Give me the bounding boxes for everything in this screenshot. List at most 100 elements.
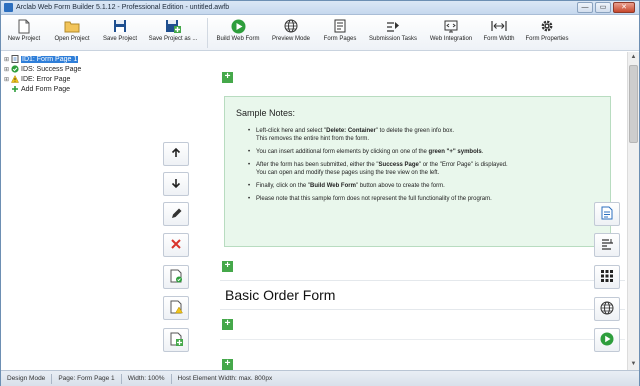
expand-toggle[interactable]: ⊞ — [4, 66, 11, 73]
preview-mode-label: Preview Mode — [271, 36, 310, 42]
form-width-label: Form Width — [483, 36, 515, 42]
grid-button[interactable] — [594, 265, 620, 289]
align-button[interactable] — [594, 233, 620, 257]
tree-item-add-form-page[interactable]: Add Form Page — [4, 84, 154, 94]
web-preview-button[interactable] — [594, 297, 620, 321]
insert-element-button[interactable]: + — [222, 359, 233, 370]
form-canvas: + Sample Notes: Left-click here and sele… — [211, 52, 627, 370]
tree-item-form-page-1[interactable]: ⊞ ID1: Form Page 1 — [4, 54, 154, 64]
new-document-icon — [16, 18, 32, 34]
tasks-icon — [385, 18, 401, 34]
success-icon — [11, 65, 19, 73]
new-project-label: New Project — [7, 36, 41, 42]
insert-element-button[interactable]: + — [222, 319, 233, 330]
save-project-label: Save Project — [102, 36, 138, 42]
vertical-scrollbar[interactable]: ▲ ▼ — [627, 52, 639, 370]
app-window: Arclab Web Form Builder 5.1.12 - Profess… — [0, 0, 640, 386]
page-tree: ⊞ ID1: Form Page 1 ⊞ IDS: Success Page ⊞… — [4, 54, 154, 94]
page-properties-button[interactable] — [594, 202, 620, 226]
status-mode: Design Mode — [1, 373, 53, 384]
form-pages-label: Form Pages — [323, 36, 357, 42]
save-icon — [112, 18, 128, 34]
app-icon — [4, 3, 13, 12]
align-icon — [601, 238, 614, 252]
status-page: Page: Form Page 1 — [52, 373, 122, 384]
save-project-button[interactable]: Save Project — [97, 15, 143, 49]
submission-tasks-button[interactable]: Submission Tasks — [362, 15, 424, 49]
folder-icon — [64, 18, 80, 34]
note-item: Finally, click on the "Build Web Form" b… — [236, 182, 610, 190]
sample-notes-box[interactable]: Sample Notes: Left-click here and select… — [224, 96, 611, 247]
notes-title: Sample Notes: — [236, 108, 296, 118]
open-project-button[interactable]: Open Project — [47, 15, 97, 49]
delete-icon — [170, 238, 182, 252]
page-icon — [11, 55, 19, 63]
add-page-button[interactable] — [163, 328, 189, 352]
tree-item-label: IDS: Success Page — [21, 65, 82, 73]
note-item: You can insert additional form elements … — [236, 148, 610, 156]
insert-element-button[interactable]: + — [222, 72, 233, 83]
build-web-form-button[interactable]: Build Web Form — [212, 15, 264, 49]
minimize-button[interactable]: — — [577, 2, 593, 13]
window-title: Arclab Web Form Builder 5.1.12 - Profess… — [16, 4, 230, 11]
form-properties-label: Form Properties — [525, 36, 569, 42]
move-up-button[interactable] — [163, 142, 189, 166]
error-page-icon — [170, 300, 183, 316]
submission-tasks-label: Submission Tasks — [369, 36, 417, 42]
web-integration-button[interactable]: Web Integration — [424, 15, 478, 49]
window-controls: — ▭ ✕ — [577, 2, 635, 13]
note-item: Please note that this sample form does n… — [236, 195, 610, 203]
preview-mode-button[interactable]: Preview Mode — [264, 15, 318, 49]
build-web-form-label: Build Web Form — [216, 36, 260, 42]
add-page-icon — [170, 332, 183, 348]
edit-button[interactable] — [163, 202, 189, 226]
note-item: Left-click here and select "Delete: Cont… — [236, 127, 610, 143]
build-group: Build Web Form Preview Mode Form Pages S… — [212, 15, 574, 49]
move-down-button[interactable] — [163, 172, 189, 196]
scroll-thumb[interactable] — [629, 65, 638, 143]
scroll-down-button[interactable]: ▼ — [628, 359, 639, 370]
form-pages-button[interactable]: Form Pages — [318, 15, 362, 49]
new-project-button[interactable]: New Project — [1, 15, 47, 49]
warning-icon — [11, 75, 19, 83]
document-icon — [601, 206, 613, 222]
expand-toggle[interactable]: ⊞ — [4, 76, 11, 83]
error-page-button[interactable] — [163, 296, 189, 320]
globe-icon — [600, 301, 614, 317]
tree-item-success-page[interactable]: ⊞ IDS: Success Page — [4, 64, 154, 74]
title-bar: Arclab Web Form Builder 5.1.12 - Profess… — [1, 1, 639, 15]
insert-element-button[interactable]: + — [222, 261, 233, 272]
pages-icon — [332, 18, 348, 34]
open-project-label: Open Project — [54, 36, 90, 42]
project-group: New Project Open Project Save Project Sa… — [1, 15, 203, 49]
notes-list: Left-click here and select "Delete: Cont… — [236, 127, 610, 203]
note-item: After the form has been submitted, eithe… — [236, 161, 610, 177]
arrow-down-icon — [170, 177, 182, 191]
status-host-width: Host Element Width: max. 800px — [177, 374, 273, 382]
add-icon — [11, 85, 19, 93]
width-icon — [491, 18, 507, 34]
grid-icon — [601, 270, 613, 284]
web-integration-icon — [443, 18, 459, 34]
delete-button[interactable] — [163, 233, 189, 257]
maximize-button[interactable]: ▭ — [595, 2, 611, 13]
web-integration-label: Web Integration — [429, 36, 473, 42]
save-project-as-label: Save Project as ... — [148, 36, 198, 42]
globe-icon — [283, 18, 299, 34]
success-page-button[interactable] — [163, 265, 189, 289]
status-bar: Design Mode Page: Form Page 1 Width: 100… — [1, 370, 639, 386]
save-project-as-button[interactable]: Save Project as ... — [143, 15, 203, 49]
status-width: Width: 100% — [122, 373, 172, 384]
form-width-button[interactable]: Form Width — [478, 15, 520, 49]
form-properties-button[interactable]: Form Properties — [520, 15, 574, 49]
form-heading[interactable]: Basic Order Form — [220, 280, 625, 310]
play-icon — [600, 332, 614, 348]
run-button[interactable] — [594, 328, 620, 352]
close-button[interactable]: ✕ — [613, 2, 635, 13]
pencil-icon — [170, 207, 183, 222]
scroll-up-button[interactable]: ▲ — [628, 52, 639, 63]
expand-toggle[interactable]: ⊞ — [4, 56, 11, 63]
tree-item-error-page[interactable]: ⊞ IDE: Error Page — [4, 74, 154, 84]
main-toolbar: New Project Open Project Save Project Sa… — [1, 15, 639, 51]
play-icon — [230, 18, 246, 34]
